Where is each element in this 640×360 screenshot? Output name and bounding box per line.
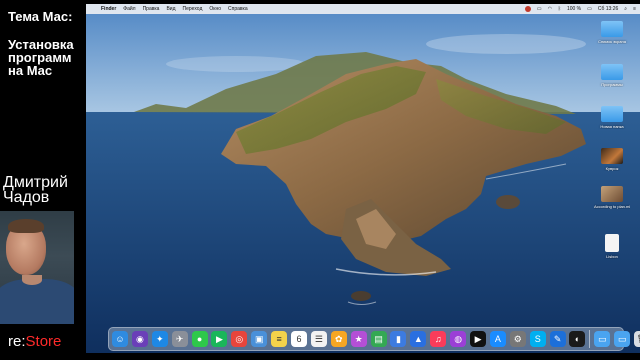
desktop-icon-document[interactable]: Lisbon xyxy=(594,234,630,259)
keynote-icon[interactable]: ▲ xyxy=(410,331,427,347)
menu-bar: Finder Файл Правка Вид Переход Окно Спра… xyxy=(86,4,640,14)
bluetooth-icon[interactable]: ᛒ xyxy=(558,6,561,12)
menu-edit[interactable]: Правка xyxy=(143,6,160,12)
photos-icon[interactable]: ✿ xyxy=(330,331,347,347)
charts-icon[interactable]: ▮ xyxy=(390,331,407,347)
presenter-panel: Тема Мас: Установка программ на Мас Дмит… xyxy=(0,0,86,360)
brand-logo-suffix: Store xyxy=(25,333,62,350)
menu-window[interactable]: Окно xyxy=(209,6,221,12)
desktop-icon-screenshots-folder[interactable]: Снимок экрана xyxy=(594,21,630,44)
desktop-icon-label: Программы xyxy=(601,82,623,87)
desktop-icon-photo[interactable]: Куврок xyxy=(594,148,630,171)
video-thumbnail-icon xyxy=(601,186,623,202)
folder-icon xyxy=(601,64,623,80)
desktop-icon-label: Снимок экрана xyxy=(598,39,626,44)
trash-icon[interactable]: 🗑 xyxy=(634,331,640,347)
preview-icon[interactable]: ▣ xyxy=(251,331,268,347)
topic-title: Тема Мас: xyxy=(8,9,73,24)
numbers-icon[interactable]: ▤ xyxy=(370,331,387,347)
webcam-feed xyxy=(0,211,74,324)
document-icon xyxy=(605,234,619,252)
menu-app-name[interactable]: Finder xyxy=(101,6,116,12)
menu-go[interactable]: Переход xyxy=(183,6,203,12)
xcode-icon[interactable]: ✎ xyxy=(549,331,566,347)
desktop-icon-label: Lisbon xyxy=(606,254,618,259)
status-area: ▭ ◠ ᛒ 100 % ▭ Сб 13:26 ⌕ ≡ xyxy=(519,4,636,14)
reminders-icon[interactable]: ☰ xyxy=(310,331,327,347)
desktop-icon-label: Куврок xyxy=(605,166,619,171)
messages-icon[interactable]: ● xyxy=(191,331,208,347)
battery-percent[interactable]: 100 % xyxy=(567,6,581,12)
battery-icon[interactable]: ▭ xyxy=(587,6,592,12)
desktop-icon-programs-folder[interactable]: Программы xyxy=(594,64,630,87)
siri-icon[interactable]: ◉ xyxy=(131,331,148,347)
brand-logo-prefix: re: xyxy=(8,333,26,350)
notes-icon[interactable]: ≡ xyxy=(271,331,288,347)
calendar-icon[interactable]: 6 xyxy=(291,331,308,347)
safari-icon[interactable]: ✦ xyxy=(151,331,168,347)
finder-icon[interactable]: ☺ xyxy=(112,331,128,347)
control-center-icon[interactable]: ≡ xyxy=(633,6,636,12)
menu-view[interactable]: Вид xyxy=(166,6,175,12)
chrome-icon[interactable]: ◎ xyxy=(231,331,248,347)
launchpad-icon[interactable]: ✈ xyxy=(171,331,188,347)
screen-share-icon[interactable]: ▭ xyxy=(537,6,542,12)
wifi-icon[interactable]: ◠ xyxy=(548,6,552,12)
skype-icon[interactable]: S xyxy=(529,331,546,347)
menu-file[interactable]: Файл xyxy=(123,6,135,12)
catalina-wallpaper xyxy=(86,4,640,353)
podcasts-icon[interactable]: ◍ xyxy=(450,331,467,347)
topic-name: Установка программ на Мас xyxy=(8,37,74,78)
desktop-icon-label: Новая папка xyxy=(600,124,624,129)
music-icon[interactable]: ♫ xyxy=(430,331,447,347)
system-prefs-icon[interactable]: ⚙ xyxy=(509,331,526,347)
recording-icon[interactable] xyxy=(524,6,531,12)
mac-desktop[interactable]: Finder Файл Правка Вид Переход Окно Спра… xyxy=(86,4,640,353)
menu-help[interactable]: Справка xyxy=(228,6,248,12)
downloads-folder-icon[interactable]: ▭ xyxy=(594,331,611,347)
desktop-icon-label: According to plan.mkv xyxy=(594,204,630,209)
dock-separator xyxy=(589,330,591,348)
github-icon[interactable]: ◐ xyxy=(569,331,586,347)
desktop-icon-video[interactable]: According to plan.mkv xyxy=(594,186,630,209)
video-frame: Тема Мас: Установка программ на Мас Дмит… xyxy=(0,0,640,360)
brand-logo: re:Store xyxy=(8,333,61,350)
facetime-icon[interactable]: ▶ xyxy=(211,331,228,347)
image-thumbnail-icon xyxy=(601,148,623,164)
presenter-name: Дмитрий Чадов xyxy=(3,174,68,206)
documents-folder-icon[interactable]: ▭ xyxy=(614,331,631,347)
app-store-icon[interactable]: A xyxy=(489,331,506,347)
apple-tv-icon[interactable]: ▶ xyxy=(470,331,487,347)
folder-icon xyxy=(601,21,623,37)
folder-icon xyxy=(601,106,623,122)
desktop-icon-new-folder[interactable]: Новая папка xyxy=(594,106,630,129)
itunes-star-icon[interactable]: ★ xyxy=(350,331,367,347)
spotlight-icon[interactable]: ⌕ xyxy=(624,6,627,12)
dock: ☺◉✦✈●▶◎▣≡6☰✿★▤▮▲♫◍▶A⚙S✎◐▭▭🗑 xyxy=(108,327,640,351)
clock[interactable]: Сб 13:26 xyxy=(598,6,618,12)
